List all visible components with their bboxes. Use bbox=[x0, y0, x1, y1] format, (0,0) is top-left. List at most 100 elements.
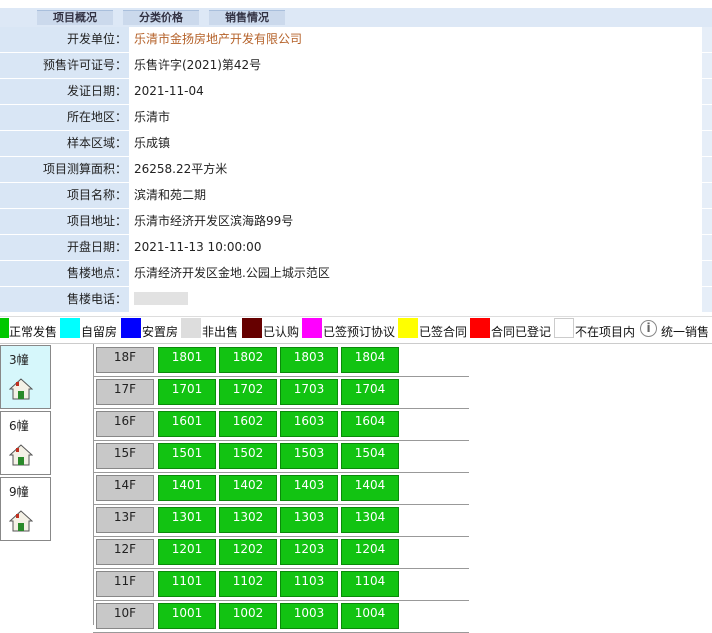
floor-row: 16F 1601 1602 1603 1604 bbox=[93, 408, 469, 441]
floor-label: 18F bbox=[96, 347, 154, 373]
unit-cell[interactable]: 1104 bbox=[341, 571, 399, 597]
unit-cell[interactable]: 1803 bbox=[280, 347, 338, 373]
unit-cell[interactable]: 1602 bbox=[219, 411, 277, 437]
info-value: 2021-11-04 bbox=[130, 79, 702, 104]
unit-cell[interactable]: 1704 bbox=[341, 379, 399, 405]
legend-label: 已签合同 bbox=[419, 325, 468, 339]
info-row-area: 项目测算面积： 26258.22平方米 bbox=[0, 157, 712, 182]
unit-cell[interactable]: 1501 bbox=[158, 443, 216, 469]
info-label: 售楼地点： bbox=[0, 261, 129, 286]
floor-label: 12F bbox=[96, 539, 154, 565]
house-icon bbox=[9, 378, 33, 400]
legend-swatch-subscribed bbox=[242, 318, 262, 338]
legend-swatch-contract bbox=[398, 318, 418, 338]
info-value: 26258.22平方米 bbox=[130, 157, 702, 182]
unit-cell[interactable]: 1703 bbox=[280, 379, 338, 405]
info-row-project-name: 项目名称： 滨清和苑二期 bbox=[0, 183, 712, 208]
floor-label: 10F bbox=[96, 603, 154, 629]
legend-swatch-registered bbox=[470, 318, 490, 338]
legend-label: 合同已登记 bbox=[491, 325, 552, 339]
legend-label: 正常发售 bbox=[9, 325, 58, 339]
info-row-address: 项目地址： 乐清市经济开发区滨海路99号 bbox=[0, 209, 712, 234]
unit-cell[interactable]: 1801 bbox=[158, 347, 216, 373]
unit-cell[interactable]: 1802 bbox=[219, 347, 277, 373]
tab-bar: 项目概况 分类价格 销售情况 bbox=[0, 0, 712, 27]
legend-swatch-reserved bbox=[60, 318, 80, 338]
legend-label: 统一销售 bbox=[661, 325, 710, 339]
unit-cell[interactable]: 1203 bbox=[280, 539, 338, 565]
info-value: 乐成镇 bbox=[130, 131, 702, 156]
info-value bbox=[130, 287, 702, 312]
legend-label: 已签预订协议 bbox=[323, 325, 396, 339]
project-info-table: 开发单位： 乐清市金扬房地产开发有限公司 预售许可证号： 乐售许字(2021)第… bbox=[0, 27, 712, 313]
unit-cell[interactable]: 1303 bbox=[280, 507, 338, 533]
floor-row: 18F 1801 1802 1803 1804 bbox=[93, 344, 469, 377]
unit-cell[interactable]: 1004 bbox=[341, 603, 399, 629]
building-item[interactable]: 3幢 bbox=[0, 345, 51, 409]
building-item[interactable]: 6幢 bbox=[0, 411, 51, 475]
unit-cell[interactable]: 1201 bbox=[158, 539, 216, 565]
info-value: 滨清和苑二期 bbox=[130, 183, 702, 208]
redacted-phone bbox=[134, 291, 188, 305]
unit-cell[interactable]: 1204 bbox=[341, 539, 399, 565]
unit-cell[interactable]: 1503 bbox=[280, 443, 338, 469]
unit-cell[interactable]: 1302 bbox=[219, 507, 277, 533]
floor-row: 11F 1101 1102 1103 1104 bbox=[93, 568, 469, 601]
unit-cell[interactable]: 1702 bbox=[219, 379, 277, 405]
floor-label: 16F bbox=[96, 411, 154, 437]
unit-cell[interactable]: 1604 bbox=[341, 411, 399, 437]
info-label: 项目地址： bbox=[0, 209, 129, 234]
unit-cell[interactable]: 1701 bbox=[158, 379, 216, 405]
unit-cell[interactable]: 1402 bbox=[219, 475, 277, 501]
building-name: 9幢 bbox=[9, 485, 29, 499]
info-value: 乐清市金扬房地产开发有限公司 bbox=[130, 27, 702, 52]
tab-sales-status[interactable]: 销售情况 bbox=[209, 10, 285, 25]
info-row-issue-date: 发证日期： 2021-11-04 bbox=[0, 79, 712, 104]
unit-cell[interactable]: 1002 bbox=[219, 603, 277, 629]
building-name: 6幢 bbox=[9, 419, 29, 433]
info-value: 2021-11-13 10:00:00 bbox=[130, 235, 702, 260]
unit-cell[interactable]: 1603 bbox=[280, 411, 338, 437]
unit-cell[interactable]: 1504 bbox=[341, 443, 399, 469]
tab-project-overview[interactable]: 项目概况 bbox=[37, 10, 113, 25]
floor-label: 15F bbox=[96, 443, 154, 469]
unit-cell[interactable]: 1601 bbox=[158, 411, 216, 437]
info-label: 售楼电话： bbox=[0, 287, 129, 312]
floor-label: 17F bbox=[96, 379, 154, 405]
floor-row: 17F 1701 1702 1703 1704 bbox=[93, 376, 469, 409]
unit-cell[interactable]: 1301 bbox=[158, 507, 216, 533]
info-row-sales-location: 售楼地点： 乐清经济开发区金地.公园上城示范区 bbox=[0, 261, 712, 286]
unit-cell[interactable]: 1304 bbox=[341, 507, 399, 533]
info-value: 乐清经济开发区金地.公园上城示范区 bbox=[130, 261, 702, 286]
unit-cell[interactable]: 1404 bbox=[341, 475, 399, 501]
unit-cell[interactable]: 1502 bbox=[219, 443, 277, 469]
unit-cell[interactable]: 1403 bbox=[280, 475, 338, 501]
tab-category-price[interactable]: 分类价格 bbox=[123, 10, 199, 25]
floor-row: 14F 1401 1402 1403 1404 bbox=[93, 472, 469, 505]
legend-swatch-normal bbox=[0, 318, 9, 338]
legend-label: 不在项目内 bbox=[575, 325, 636, 339]
info-label: 样本区域： bbox=[0, 131, 129, 156]
legend-swatch-not-for-sale bbox=[181, 318, 201, 338]
unit-cell[interactable]: 1804 bbox=[341, 347, 399, 373]
floor-row: 12F 1201 1202 1203 1204 bbox=[93, 536, 469, 569]
legend-swatch-outside bbox=[554, 318, 574, 338]
info-row-region: 所在地区： 乐清市 bbox=[0, 105, 712, 130]
info-row-opening-date: 开盘日期： 2021-11-13 10:00:00 bbox=[0, 235, 712, 260]
legend-label: 自留房 bbox=[81, 325, 118, 339]
unit-cell[interactable]: 1401 bbox=[158, 475, 216, 501]
unit-grid: 18F 1801 1802 1803 1804 17F 1701 1702 1703 1704 16… bbox=[93, 344, 469, 633]
info-icon: i bbox=[640, 320, 657, 337]
info-label: 开发单位： bbox=[0, 27, 129, 52]
floor-row: 10F 1001 1002 1003 1004 bbox=[93, 600, 469, 633]
unit-cell[interactable]: 1101 bbox=[158, 571, 216, 597]
floor-row: 15F 1501 1502 1503 1504 bbox=[93, 440, 469, 473]
unit-cell[interactable]: 1202 bbox=[219, 539, 277, 565]
unit-cell[interactable]: 1001 bbox=[158, 603, 216, 629]
building-item[interactable]: 9幢 bbox=[0, 477, 51, 541]
unit-cell[interactable]: 1103 bbox=[280, 571, 338, 597]
unit-cell[interactable]: 1102 bbox=[219, 571, 277, 597]
info-row-sample-area: 样本区域： 乐成镇 bbox=[0, 131, 712, 156]
unit-cell[interactable]: 1003 bbox=[280, 603, 338, 629]
house-icon bbox=[9, 510, 33, 532]
